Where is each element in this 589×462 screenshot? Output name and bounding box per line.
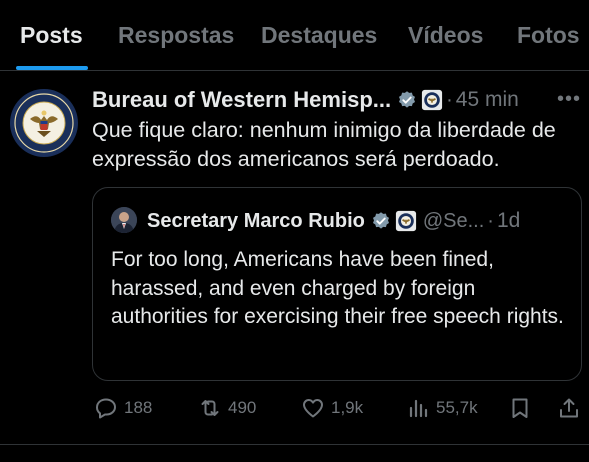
- post-text: Que fique claro: nenhum inimigo da liber…: [92, 118, 556, 171]
- quoted-handle: @Se...: [422, 209, 485, 232]
- post-author-name[interactable]: Bureau of Western Hemisp...: [92, 87, 391, 113]
- government-seal-icon: [395, 210, 416, 232]
- separator-dot: ·: [446, 88, 453, 111]
- share-button[interactable]: [557, 396, 581, 420]
- profile-photo-icon: [111, 207, 137, 233]
- tab-photos[interactable]: Fotos: [517, 22, 580, 49]
- post-header: Bureau of Western Hemisp... · 45 min: [92, 86, 519, 114]
- like-count: 1,9k: [331, 398, 364, 417]
- heart-icon: [303, 399, 323, 418]
- tab-highlights[interactable]: Destaques: [261, 22, 377, 49]
- views-count: 55,7k: [436, 398, 478, 417]
- post-divider: [0, 444, 589, 445]
- views-button[interactable]: 55,7k: [406, 396, 478, 420]
- bookmark-icon: [512, 398, 528, 418]
- quoted-author-name: Secretary Marco Rubio: [147, 209, 365, 232]
- reply-icon: [96, 398, 116, 419]
- like-button[interactable]: 1,9k: [301, 396, 363, 420]
- post-timestamp[interactable]: 45 min: [456, 88, 519, 112]
- quoted-avatar: [111, 207, 137, 233]
- avatar[interactable]: [10, 89, 78, 157]
- repost-button[interactable]: 490: [198, 396, 256, 420]
- active-tab-indicator: [16, 66, 88, 70]
- tab-replies[interactable]: Respostas: [118, 22, 234, 49]
- verified-badge-icon: [399, 91, 416, 108]
- reply-button[interactable]: 188: [94, 396, 152, 420]
- bookmark-button[interactable]: [508, 396, 532, 420]
- tab-posts[interactable]: Posts: [20, 22, 83, 49]
- quoted-post-text: For too long, Americans have been fined,…: [111, 248, 564, 328]
- verified-badge-icon: [372, 212, 389, 229]
- quoted-post-header: Secretary Marco Rubio @Se... · 1d: [147, 208, 520, 234]
- quoted-post[interactable]: Secretary Marco Rubio @Se... · 1d For to…: [92, 187, 582, 381]
- separator-dot: ·: [487, 209, 494, 232]
- share-icon: [560, 398, 578, 418]
- post-actions: 188 490 1,9k 55,7k: [0, 392, 589, 426]
- tab-videos[interactable]: Vídeos: [408, 22, 483, 49]
- views-chart-icon: [409, 399, 428, 418]
- government-seal-icon: [422, 89, 443, 111]
- repost-icon: [201, 400, 219, 416]
- reply-count: 188: [124, 398, 153, 417]
- department-of-state-seal-icon: [11, 90, 77, 156]
- profile-tabs: Posts Respostas Destaques Vídeos Fotos: [0, 0, 589, 71]
- repost-count: 490: [228, 398, 257, 417]
- quoted-timestamp: 1d: [496, 209, 521, 232]
- more-options-icon[interactable]: •••: [557, 88, 581, 111]
